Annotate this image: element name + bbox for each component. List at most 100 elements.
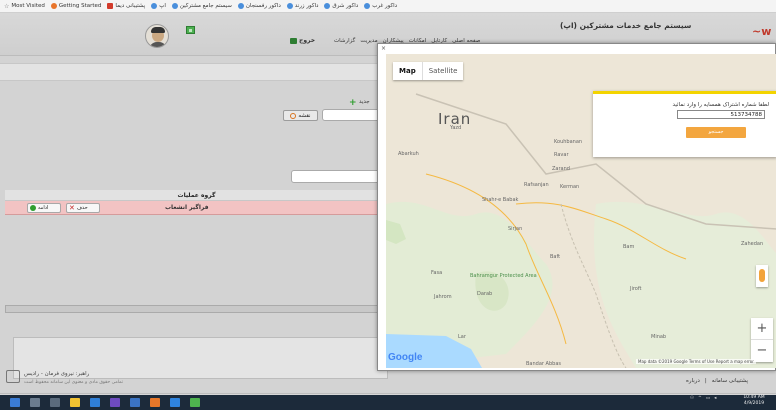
popup-message: لطفا شماره اشتراک همسایه را وارد نمائید <box>672 102 770 108</box>
bookmarks-bar: ☆ Most Visited Getting Started پشتیبانی د… <box>0 0 776 13</box>
map-place-label: Ravar <box>554 152 569 158</box>
footer-link-about[interactable]: درباره <box>686 378 700 384</box>
edge-icon[interactable] <box>90 398 100 407</box>
table-row[interactable]: ادامه ✕ حذف فراگیر انشعاب <box>5 201 388 215</box>
footer-note: تمامی حقوق مادی و معنوی این سامانه محفوظ… <box>24 380 124 385</box>
globe-icon <box>237 3 244 9</box>
check-icon <box>30 205 36 211</box>
app-title: سیستم جامع خدمات مشترکین (اپ) <box>560 21 692 30</box>
map-place-label: Zahedan <box>741 241 764 247</box>
add-label[interactable]: جدید <box>359 99 370 105</box>
map-place-label: Rafsanjan <box>524 182 549 188</box>
map-place-label: Jahrom <box>434 294 452 300</box>
satellite-tab[interactable]: Satellite <box>421 62 464 80</box>
image-icon[interactable] <box>186 26 195 34</box>
chevron-up-icon[interactable]: ^ <box>698 396 702 401</box>
firefox-icon[interactable] <box>150 398 160 407</box>
visual-studio-icon[interactable] <box>110 398 120 407</box>
map-place-label: Bandar Abbas <box>526 361 561 367</box>
bookmark-zarand[interactable]: داکور زرند <box>286 3 318 9</box>
map-place-label: Kerman <box>560 184 580 190</box>
footer-link-support[interactable]: پشتیبانی سامانه <box>712 378 748 384</box>
map-attribution[interactable]: Map data ©2019 Google Terms of Use Repor… <box>636 359 756 364</box>
system-tray: ⚇ ^ ▭ ◂ <box>690 396 716 401</box>
bookmark-east[interactable]: داکور شرق <box>324 3 358 9</box>
map-place-label: Sirjan <box>508 226 523 232</box>
map-modal: × Map Satellite Iran Yazd Abarkuh Kouhba… <box>377 43 776 371</box>
globe-icon <box>171 3 178 9</box>
footer-links: درباره | پشتیبانی سامانه <box>686 378 748 384</box>
avatar-body <box>149 42 167 47</box>
map-tab[interactable]: Map <box>393 62 422 80</box>
map-place-label: Yazd <box>450 125 462 131</box>
firefox-icon <box>50 3 57 9</box>
zoom-control: + − <box>751 318 773 362</box>
volume-icon[interactable]: ◂ <box>714 396 716 401</box>
windows-start-icon[interactable] <box>10 398 20 407</box>
map-place-label: Lar <box>458 334 466 340</box>
bookmark-getting-started[interactable]: Getting Started <box>50 3 101 9</box>
footer-logo-icon <box>6 370 20 383</box>
bookmark-icon <box>107 3 114 9</box>
google-map[interactable]: Map Satellite Iran Yazd Abarkuh Kouhbana… <box>386 54 776 368</box>
map-place-label: Minab <box>651 334 667 340</box>
horizontal-scrollbar[interactable] <box>5 305 388 313</box>
bookmark-app[interactable]: اپ <box>151 3 166 9</box>
row-operation: فراگیر انشعاب <box>165 204 209 211</box>
close-icon: ✕ <box>69 204 75 212</box>
map-place-label: Bahramgur Protected Area <box>470 273 537 279</box>
map-place-label: Abarkuh <box>398 151 419 157</box>
bookmark-subscribers[interactable]: سیستم جامع مشترکین <box>171 3 232 9</box>
star-icon: ☆ <box>4 2 10 10</box>
map-place-label: Kouhbanan <box>554 139 583 145</box>
continue-button[interactable]: ادامه <box>27 203 61 213</box>
avatar[interactable] <box>145 24 169 48</box>
search-button[interactable]: جستجو <box>686 127 746 138</box>
bookmark-support[interactable]: پشتیبانی دیما <box>107 3 145 9</box>
file-explorer-icon[interactable] <box>70 398 80 407</box>
globe-icon <box>364 3 371 9</box>
clock-date: 4/9/2019 <box>743 401 765 406</box>
menu-item-reports[interactable]: گزارشات <box>334 38 355 44</box>
network-icon[interactable]: ▭ <box>706 396 710 401</box>
globe-icon <box>324 3 331 9</box>
subscriber-popup: لطفا شماره اشتراک همسایه را وارد نمائید … <box>593 91 776 157</box>
people-icon[interactable]: ⚇ <box>690 396 694 401</box>
plus-icon[interactable]: + <box>349 99 357 108</box>
bookmark-most-visited[interactable]: ☆ Most Visited <box>4 3 45 10</box>
close-icon[interactable]: × <box>381 45 386 52</box>
google-logo: Google <box>388 352 423 363</box>
footer-divider: | <box>704 378 707 384</box>
map-place-label: Jiroft <box>630 286 642 292</box>
filter-input[interactable] <box>291 170 388 183</box>
delete-button[interactable]: ✕ حذف <box>66 203 100 213</box>
map-place-label: Fasa <box>431 270 443 276</box>
map-type-control: Map Satellite <box>393 62 464 80</box>
search-icon <box>290 112 297 119</box>
logout-button[interactable]: خروج <box>290 37 315 44</box>
table-header: گروه عملیات <box>5 190 388 201</box>
clock[interactable]: 10:49 AM 4/9/2019 <box>740 395 768 407</box>
taskbar <box>0 395 776 410</box>
map-place-label: Zarand <box>552 166 570 172</box>
exit-icon <box>290 37 297 44</box>
search-icon[interactable] <box>30 398 40 407</box>
zoom-in-button[interactable]: + <box>751 318 773 340</box>
task-view-icon[interactable] <box>50 398 60 407</box>
subscriber-number-input[interactable]: 513734788 <box>677 110 765 119</box>
bookmark-rafsanjan[interactable]: داکور رفسنجان <box>237 3 281 9</box>
map-place-label: Baft <box>550 254 561 260</box>
map-place-label: Shahr-e Babak <box>482 197 519 203</box>
map-place-label: Darab <box>477 291 493 297</box>
bookmark-west[interactable]: داکور غرب <box>364 3 397 9</box>
globe-icon <box>151 3 158 9</box>
map-button[interactable]: نقشه <box>283 110 318 121</box>
word-icon[interactable] <box>130 398 140 407</box>
app-icon[interactable] <box>190 398 200 407</box>
menu-item-management[interactable]: مدیریت <box>360 38 377 44</box>
internet-explorer-icon[interactable] <box>170 398 180 407</box>
globe-icon <box>286 3 293 9</box>
pegman-icon[interactable] <box>756 265 768 287</box>
footer-org: راهبر: نیروی فرمان - رادیس <box>24 371 90 377</box>
logo: ~w <box>752 25 772 38</box>
